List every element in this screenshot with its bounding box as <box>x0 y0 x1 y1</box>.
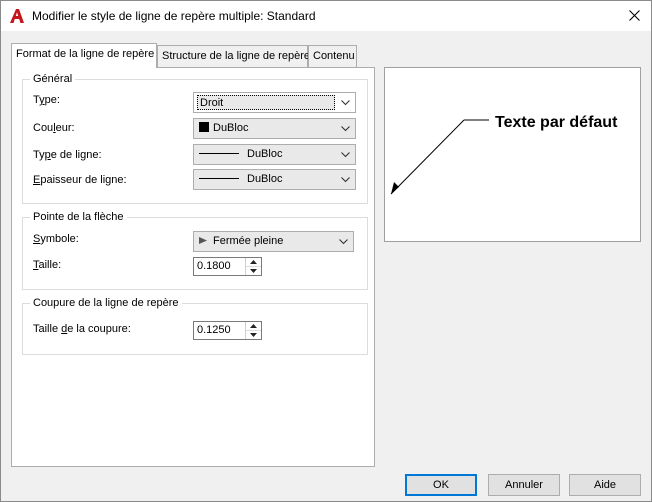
arrow-size-label: Taille: <box>33 259 62 271</box>
spin-down-button[interactable] <box>246 266 261 274</box>
lineweight-select[interactable]: DuBloc <box>193 169 356 190</box>
color-value: DuBloc <box>199 122 248 134</box>
break-size-label: Taille de la coupure: <box>33 323 131 335</box>
tab-label: Format de la ligne de repère <box>16 48 155 60</box>
color-label: Couleur: <box>33 122 75 134</box>
group-legend: Pointe de la flèche <box>30 211 127 223</box>
leader-line <box>390 119 465 195</box>
chevron-down-icon <box>341 152 350 158</box>
close-button[interactable] <box>619 1 651 31</box>
lineweight-value: DuBloc <box>199 173 282 185</box>
type-label: Type: <box>33 94 60 106</box>
tab-leader-structure[interactable]: Structure de la ligne de repère <box>157 45 310 67</box>
color-swatch <box>199 122 209 132</box>
spinner-buttons <box>245 258 261 275</box>
spinner-buttons <box>245 322 261 339</box>
leader-arrowhead <box>391 182 399 194</box>
spin-down-button[interactable] <box>246 330 261 338</box>
chevron-down-icon <box>339 239 348 245</box>
autocad-a-icon <box>9 8 25 24</box>
triangle-down-icon <box>250 269 257 273</box>
linetype-label: Type de ligne: <box>33 149 102 161</box>
line-sample <box>199 153 239 154</box>
spin-up-button[interactable] <box>246 258 261 266</box>
symbol-label: Symbole: <box>33 233 79 245</box>
dialog-window: Modifier le style de ligne de repère mul… <box>0 0 652 502</box>
tab-label: Structure de la ligne de repère <box>162 50 310 62</box>
cancel-button[interactable]: Annuler <box>488 474 560 496</box>
chevron-down-icon <box>341 177 350 183</box>
window-title: Modifier le style de ligne de repère mul… <box>32 9 316 23</box>
closed-filled-arrow-icon <box>199 237 207 244</box>
break-size-value: 0.1250 <box>197 324 231 336</box>
arrow-size-spinner[interactable]: 0.1800 <box>193 257 262 276</box>
arrow-size-value: 0.1800 <box>197 260 231 272</box>
tab-label: Contenu <box>313 50 355 62</box>
lineweight-label: Epaisseur de ligne: <box>33 174 127 186</box>
leader-preview-drawing: Texte par défaut <box>390 114 618 195</box>
linetype-select[interactable]: DuBloc <box>193 144 356 165</box>
arrow-symbol-select[interactable]: Fermée pleine <box>193 231 354 252</box>
line-sample <box>199 178 239 179</box>
chevron-down-icon <box>341 126 350 132</box>
linetype-value: DuBloc <box>199 148 282 160</box>
triangle-up-icon <box>250 260 257 264</box>
spin-up-button[interactable] <box>246 322 261 330</box>
help-button[interactable]: Aide <box>569 474 641 496</box>
break-size-spinner[interactable]: 0.1250 <box>193 321 262 340</box>
close-icon <box>629 10 640 21</box>
type-select[interactable]: Droit <box>193 92 356 113</box>
triangle-up-icon <box>250 324 257 328</box>
leader-preview: Texte par défaut <box>384 67 641 242</box>
title-bar: Modifier le style de ligne de repère mul… <box>1 1 651 31</box>
tab-panel: Général Type: Droit Couleur: DuBloc Type… <box>11 67 375 467</box>
preview-text: Texte par défaut <box>495 114 618 131</box>
chevron-down-icon <box>341 100 350 106</box>
group-legend: Général <box>30 73 76 85</box>
arrow-symbol-value: Fermée pleine <box>199 235 283 247</box>
tab-leader-format[interactable]: Format de la ligne de repère <box>11 43 157 68</box>
triangle-down-icon <box>250 333 257 337</box>
color-select[interactable]: DuBloc <box>193 118 356 139</box>
tab-content[interactable]: Contenu <box>308 45 357 67</box>
ok-button[interactable]: OK <box>405 474 477 496</box>
group-legend: Coupure de la ligne de repère <box>30 297 182 309</box>
arrowhead-group: Pointe de la flèche <box>22 211 368 290</box>
type-value: Droit <box>197 95 335 110</box>
